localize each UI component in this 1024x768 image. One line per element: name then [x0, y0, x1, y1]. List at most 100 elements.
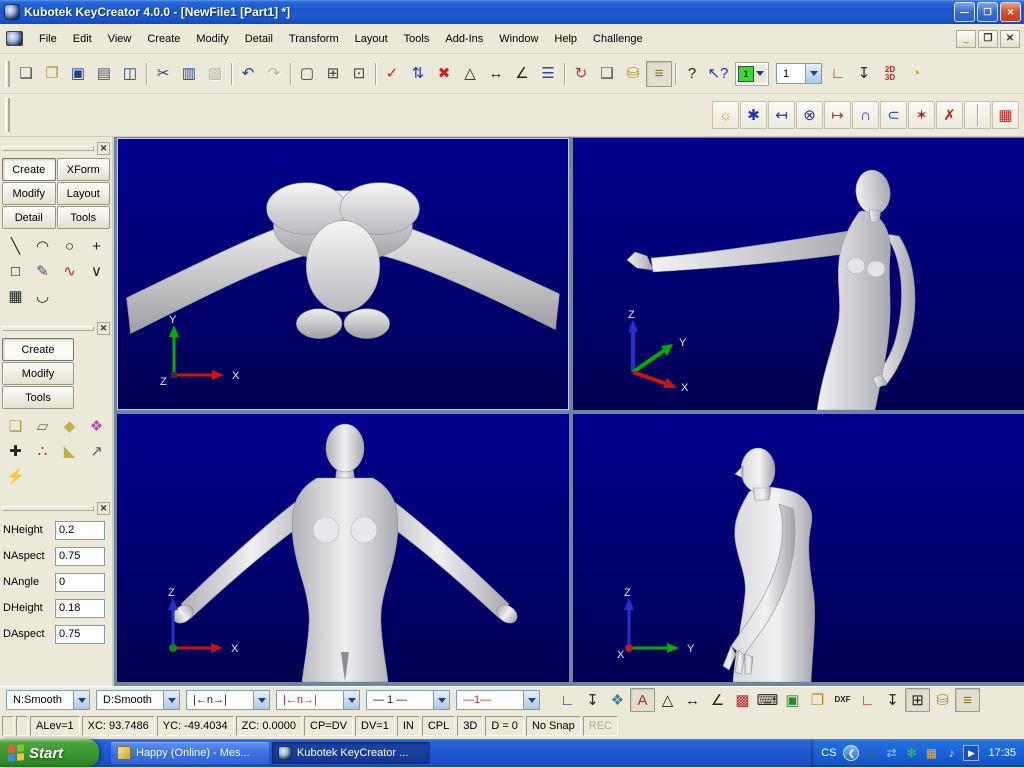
dimension-icon[interactable]: ⇅: [405, 61, 431, 87]
surface-icon[interactable]: ◆: [56, 414, 83, 439]
combo-arrow[interactable]: [343, 691, 359, 709]
save-icon[interactable]: ▣: [65, 61, 91, 87]
viewport-top[interactable]: Y X Z: [117, 138, 569, 410]
status-cp[interactable]: CP=DV: [304, 716, 353, 736]
angle-dim-icon[interactable]: ∠: [509, 61, 535, 87]
dim-arrow-style-combo[interactable]: |←n→|: [186, 690, 270, 710]
menu-item[interactable]: File: [31, 29, 65, 49]
viewports-icon[interactable]: ⊞: [905, 688, 930, 712]
tray-network-icon[interactable]: ⇄: [883, 745, 899, 761]
menu-item[interactable]: Modify: [188, 29, 236, 49]
circle-tool-icon[interactable]: ○: [56, 234, 83, 259]
entity-list-icon[interactable]: ☰: [535, 61, 561, 87]
light-icon[interactable]: ⚡: [2, 464, 29, 489]
solids-tab-tools[interactable]: Tools: [2, 386, 74, 409]
start-button[interactable]: Start: [0, 739, 99, 767]
stretch2-icon[interactable]: ↔: [680, 688, 705, 712]
menu-item[interactable]: View: [100, 29, 140, 49]
paste-icon[interactable]: ▧: [202, 61, 228, 87]
point-tool-icon[interactable]: +: [83, 234, 110, 259]
chamfer-tool-icon[interactable]: ∨: [83, 259, 110, 284]
task-button-messenger[interactable]: Happy (Online) - Mes...: [111, 742, 269, 764]
arc-tool-icon[interactable]: ◠: [29, 234, 56, 259]
notes2-icon[interactable]: ≡: [955, 688, 980, 712]
snap-midpoint-icon[interactable]: ↤: [768, 101, 795, 129]
menu-item[interactable]: Challenge: [585, 29, 651, 49]
palette-tab-layout[interactable]: Layout: [57, 182, 111, 205]
sweep-surface-icon[interactable]: ❖: [83, 414, 110, 439]
new-file-icon[interactable]: ❏: [13, 61, 39, 87]
status-dv[interactable]: DV=1: [355, 716, 395, 736]
palette-grip[interactable]: [2, 506, 94, 511]
delta-icon[interactable]: △: [655, 688, 680, 712]
curve-points-icon[interactable]: ∴: [29, 439, 56, 464]
minimize-button[interactable]: —: [954, 2, 975, 22]
snap-along-icon[interactable]: ↦: [824, 101, 851, 129]
set-depth2-icon[interactable]: ↧: [880, 688, 905, 712]
conic-tool-icon[interactable]: ✎: [29, 259, 56, 284]
combo-arrow[interactable]: [433, 691, 449, 709]
task-button-keycreator[interactable]: Kubotek KeyCreator ...: [272, 742, 430, 764]
snap-endpoint-icon[interactable]: ✱: [740, 101, 767, 129]
grid-icon[interactable]: ▦: [992, 101, 1019, 129]
clock-icon[interactable]: ◔: [903, 61, 929, 87]
database-icon[interactable]: ⛁: [930, 688, 955, 712]
snap-intersection-icon[interactable]: ✶: [908, 101, 935, 129]
menu-item[interactable]: Transform: [281, 29, 347, 49]
param-input[interactable]: [55, 521, 105, 540]
status-units[interactable]: IN: [397, 716, 420, 736]
tray-update-icon[interactable]: ▦: [923, 745, 939, 761]
print-icon[interactable]: ▤: [91, 61, 117, 87]
palette-close-button[interactable]: ✕: [97, 322, 110, 335]
snap-near-icon[interactable]: ✗: [936, 101, 963, 129]
copy-icon[interactable]: ▥: [176, 61, 202, 87]
line-width-combo[interactable]: — 1 —: [366, 690, 450, 710]
fillet-tool-icon[interactable]: ◡: [29, 284, 56, 309]
line-style-combo[interactable]: —1—: [456, 690, 540, 710]
verify-db-icon[interactable]: ▩: [730, 688, 755, 712]
spline-tool-icon[interactable]: ∿: [56, 259, 83, 284]
view-palette-icon[interactable]: ❖: [605, 688, 630, 712]
print-preview-icon[interactable]: ◫: [117, 61, 143, 87]
plane-icon[interactable]: ◣: [56, 439, 83, 464]
redo-icon[interactable]: ↷: [261, 61, 287, 87]
snap-tangent-icon[interactable]: ⊂: [880, 101, 907, 129]
tray-collapse-icon[interactable]: ❮: [843, 745, 859, 761]
tray-volume-icon[interactable]: ♪: [943, 745, 959, 761]
status-cpl[interactable]: CPL: [422, 716, 455, 736]
param-input[interactable]: [55, 625, 105, 644]
axes2-icon[interactable]: ∟: [855, 688, 880, 712]
snap-center-icon[interactable]: ⊗: [796, 101, 823, 129]
select-mask-icon[interactable]: ▢: [294, 61, 320, 87]
color-combo[interactable]: 1: [735, 62, 769, 86]
status-3d[interactable]: 3D: [457, 716, 483, 736]
rectangle-tool-icon[interactable]: □: [2, 259, 29, 284]
verify-icon[interactable]: ✓: [379, 61, 405, 87]
tray-pattern-icon[interactable]: ❇: [903, 745, 919, 761]
clock[interactable]: 17:35: [984, 747, 1016, 759]
dxf-icon[interactable]: DXF: [830, 688, 855, 712]
line-tool-icon[interactable]: ╲: [2, 234, 29, 259]
param-input[interactable]: [55, 547, 105, 566]
table-tool-icon[interactable]: ▦: [2, 284, 29, 309]
palette-tab-create[interactable]: Create: [2, 158, 56, 181]
menu-item[interactable]: Tools: [396, 29, 438, 49]
combo-arrow[interactable]: [253, 691, 269, 709]
tray-player-icon[interactable]: ▶: [963, 745, 979, 761]
document-icon[interactable]: [6, 31, 23, 46]
snap-arc-icon[interactable]: ∩: [852, 101, 879, 129]
set-depth-icon[interactable]: ↧: [851, 61, 877, 87]
open-file-icon[interactable]: ❐: [39, 61, 65, 87]
combo-arrow[interactable]: [73, 691, 89, 709]
palette-tab-modify[interactable]: Modify: [2, 182, 56, 205]
viewport-front[interactable]: Z X: [117, 414, 569, 682]
stretch-icon[interactable]: ↔: [483, 61, 509, 87]
color-combo-arrow[interactable]: [754, 65, 766, 83]
language-indicator[interactable]: CS: [821, 747, 838, 759]
combo-arrow[interactable]: [163, 691, 179, 709]
menu-item[interactable]: Help: [546, 29, 585, 49]
mdi-minimize-button[interactable]: _: [956, 30, 976, 48]
cylinder-icon[interactable]: ⛁: [620, 61, 646, 87]
vector-icon[interactable]: ↗: [83, 439, 110, 464]
tray-emule-icon[interactable]: ♘: [863, 745, 879, 761]
